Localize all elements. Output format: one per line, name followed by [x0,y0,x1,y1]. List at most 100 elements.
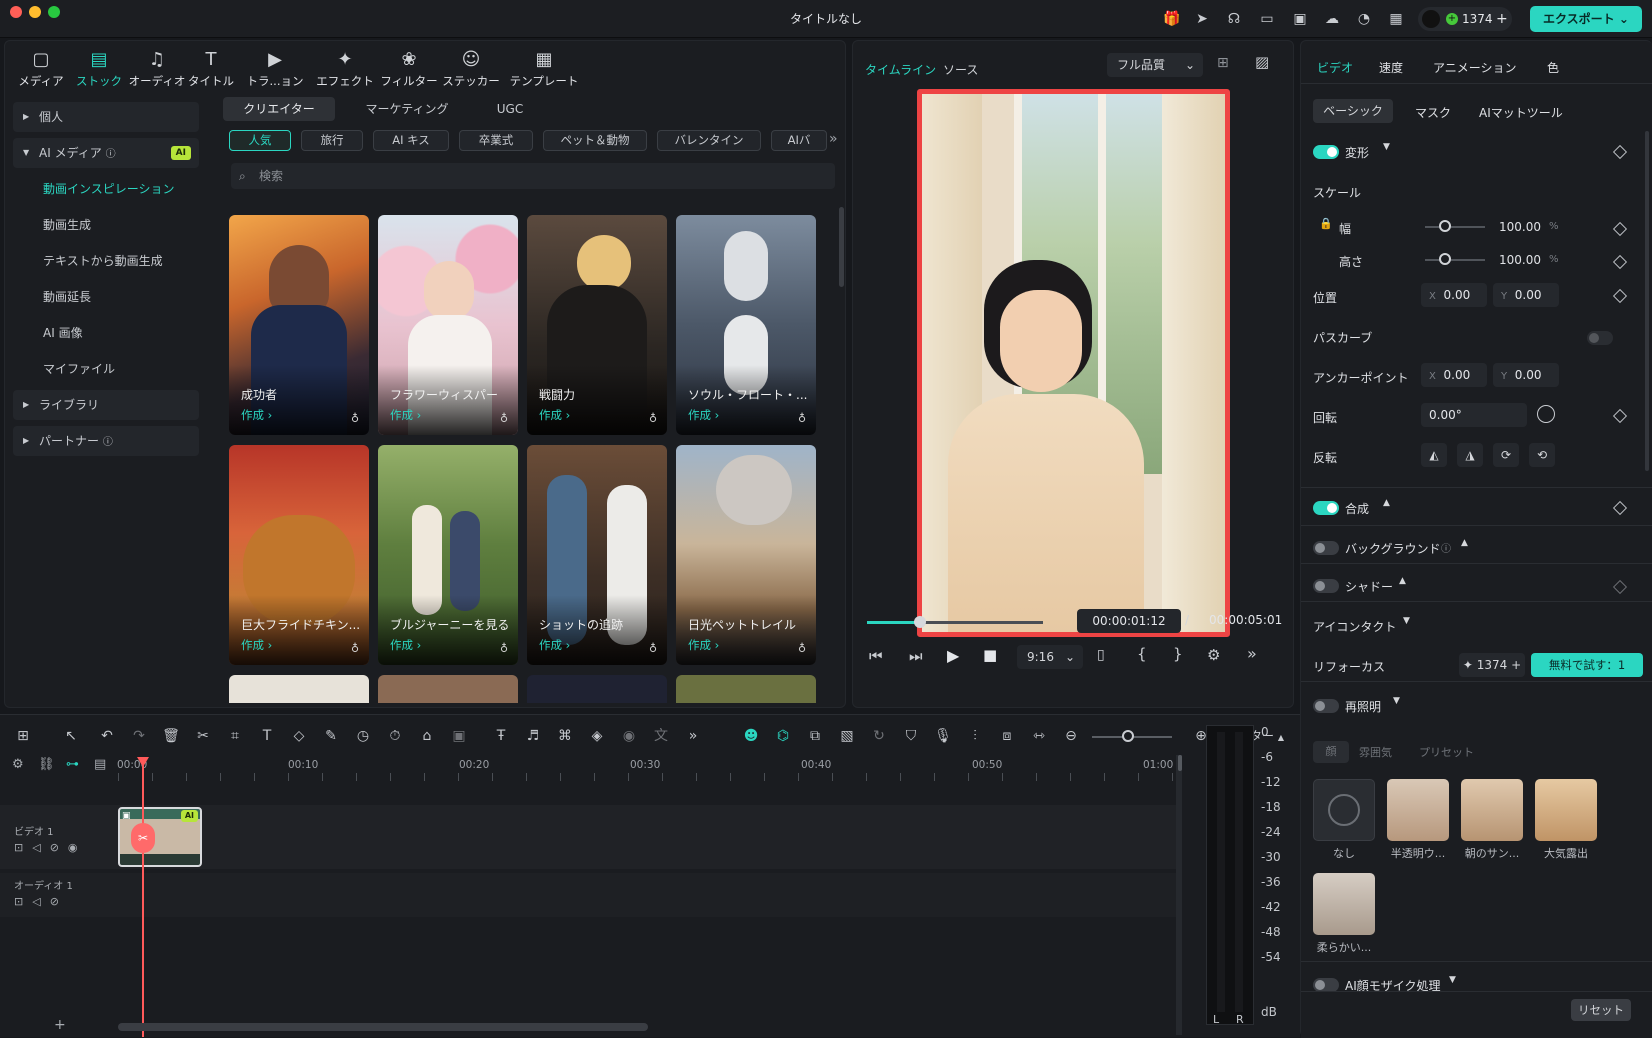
vertical-scrollbar[interactable] [1178,755,1182,771]
relight-tab-atmosphere[interactable]: 雰囲気 [1359,744,1392,760]
preset-translucent[interactable] [1387,779,1449,841]
image-edit-icon[interactable]: ▧ [836,725,858,747]
sidebar-item-video-generation[interactable]: 動画生成 [13,210,199,240]
split-marker-icon[interactable]: ✂ [131,823,155,853]
chip-graduation[interactable]: 卒業式 [459,130,533,151]
background-toggle[interactable] [1313,541,1339,555]
mute-icon[interactable]: ⊘ [50,841,68,854]
export-button[interactable]: エクスポート ⌄ [1530,6,1642,32]
scrubber-handle[interactable] [913,616,926,628]
template-card[interactable]: ソウル・フロート・... 作成 › ♁ [676,215,816,435]
relight-tab-preset[interactable]: プリセット [1419,744,1474,760]
flip-horizontal-icon[interactable]: ◭ [1421,443,1447,467]
sidebar-item-library[interactable]: ▶ ライブラリ [13,390,199,420]
search-input[interactable]: ⌕ 検索 [231,163,835,189]
reset-button[interactable]: リセット [1571,999,1631,1021]
horizontal-scrollbar[interactable] [118,1023,648,1031]
template-card[interactable]: ブルジャーニーを見る 作成 › ♁ [378,445,518,665]
help-icon[interactable]: ⓘ [1441,540,1451,555]
keyframe-icon[interactable] [1612,221,1628,237]
height-slider[interactable] [1425,259,1485,261]
render-icon[interactable]: ▯ [1097,647,1105,663]
create-link[interactable]: 作成 › [390,407,421,423]
preset-morning-sun[interactable] [1461,779,1523,841]
create-link[interactable]: 作成 › [539,637,570,653]
composite-toggle[interactable] [1313,501,1339,515]
tab-speed[interactable]: 速度 [1379,59,1403,76]
preset-atmospheric[interactable] [1535,779,1597,841]
sidebar-item-personal[interactable]: ▶ 個人 [13,102,199,132]
category-filter[interactable]: ❀ フィルター [377,47,441,89]
refocus-credits[interactable]: ✦ 1374 + [1459,653,1525,677]
anchor-y-input[interactable]: Y 0.00 [1493,363,1559,387]
tab-marketing[interactable]: マーケティング [351,97,463,121]
scrollbar[interactable] [839,207,844,287]
eye-icon[interactable]: ◉ [68,841,87,854]
category-media[interactable]: ▢ メディア [9,47,73,89]
keyframe-icon[interactable] [1612,288,1628,304]
path-curve-toggle[interactable] [1587,331,1613,345]
rotate-left-icon[interactable]: ⟲ [1529,443,1555,467]
select-tool-icon[interactable]: ↖ [60,725,82,747]
redo-icon[interactable]: ↷ [128,725,150,747]
keyframe-icon[interactable] [1612,500,1628,516]
keyframe-icon[interactable] [1612,408,1628,424]
subtab-ai-matte[interactable]: AIマットツール [1479,104,1563,121]
create-link[interactable]: 作成 › [688,637,719,653]
tab-video[interactable]: ビデオ [1317,59,1353,76]
settings-icon[interactable]: ⚙ [1207,646,1220,664]
mark-in-icon[interactable]: { [1137,645,1147,663]
zoom-slider-handle[interactable] [1122,730,1134,742]
chip-valentine[interactable]: バレンタイン [657,130,761,151]
rotation-dial-icon[interactable] [1537,405,1555,423]
chevron-down-icon[interactable]: ▼ [1393,696,1400,706]
scrollbar[interactable] [1645,131,1649,471]
chevron-double-right-icon[interactable]: » [1247,644,1257,663]
auto-cut-icon[interactable]: ⌬ [772,725,794,747]
quality-select[interactable]: フル品質 ⌄ [1107,53,1203,77]
keyframe-icon[interactable] [1612,144,1628,160]
tab-timeline[interactable]: タイムライン [865,61,936,78]
template-card[interactable]: フラワーウィスパー 作成 › ♁ [378,215,518,435]
layout-grid-icon[interactable]: ⊞ [12,725,34,747]
category-effect[interactable]: ✦ エフェクト [313,47,377,89]
ai-tool-icon[interactable]: ◉ [618,725,640,747]
category-stock[interactable]: ▤ ストック [67,47,131,89]
template-card[interactable]: ショットの追跡 作成 › ♁ [527,445,667,665]
current-time[interactable]: 00:00:01:12 [1077,609,1181,633]
anchor-x-input[interactable]: X 0.00 [1421,363,1487,387]
help-icon[interactable]: ⓘ [103,437,113,448]
track-controls[interactable]: ⊡◁⊘ [14,895,68,908]
flip-vertical-icon[interactable]: ◮ [1457,443,1483,467]
track-controls[interactable]: ⊡◁⊘◉ [14,841,87,854]
layout-icon[interactable]: ▭ [1257,9,1277,29]
ai-text-icon[interactable]: Ŧ [490,725,512,747]
fit-icon[interactable]: ⇿ [1028,725,1050,747]
delete-icon[interactable]: 🗑 [160,725,182,747]
save-icon[interactable]: ▣ [1290,9,1310,29]
template-card[interactable]: 戦闘力 作成 › ♁ [527,215,667,435]
chevron-double-right-icon[interactable]: » [682,725,704,747]
tab-color[interactable]: 色 [1547,59,1559,76]
chevron-down-icon[interactable]: ▼ [1403,616,1410,626]
prev-frame-icon[interactable]: ⏮ [869,647,883,665]
relight-toggle[interactable] [1313,699,1339,713]
aspect-ratio-select[interactable]: 9:16 ⌄ [1017,645,1083,669]
preset-soft[interactable] [1313,873,1375,935]
translate-icon[interactable]: 文 [650,725,672,747]
speaker-icon[interactable]: ◁ [32,841,49,854]
keyframe-icon[interactable] [1612,254,1628,270]
tag-icon[interactable]: ⌂ [416,725,438,747]
width-slider[interactable] [1425,226,1485,228]
undo-icon[interactable]: ↶ [96,725,118,747]
shape-icon[interactable]: ◇ [288,725,310,747]
next-frame-icon[interactable]: ⏭ [909,647,923,665]
ai-audio-icon[interactable]: ♬ [522,725,544,747]
position-y-input[interactable]: Y 0.00 [1493,283,1559,307]
sidebar-item-text-to-video[interactable]: テキストから動画生成 [13,246,199,276]
chip-ai-more[interactable]: AIバ [771,130,827,151]
video-preview[interactable] [917,89,1230,637]
rotation-input[interactable]: 0.00° [1421,403,1527,427]
microphone-icon[interactable]: 🎙 [932,725,954,747]
gift-icon[interactable]: 🎁 [1162,9,1182,29]
